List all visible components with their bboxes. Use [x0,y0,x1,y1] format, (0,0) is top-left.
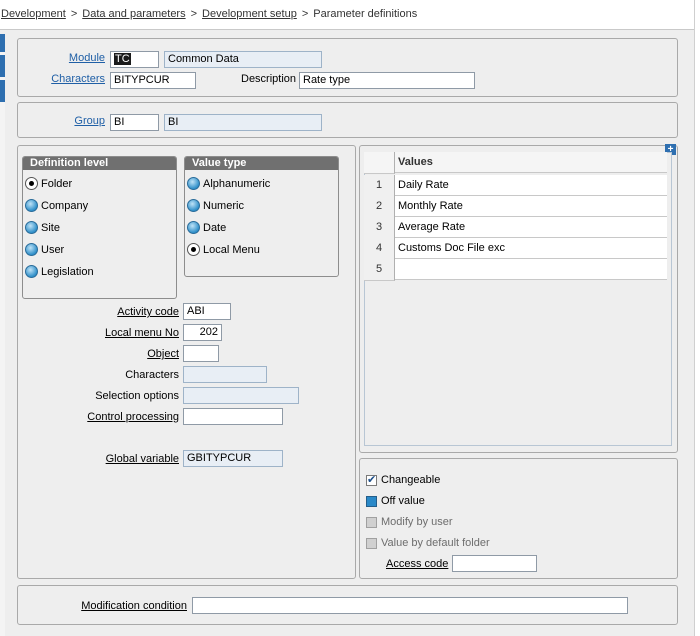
selection-options-label: Selection options [95,390,179,402]
row-number-header [364,152,395,174]
breadcrumb-separator: > [70,8,78,20]
value-by-default-folder-checkbox [366,538,377,549]
right-edge [694,0,700,636]
row-number: 3 [364,217,395,239]
definition-level-title: Definition level [23,157,176,170]
global-variable-label[interactable]: Global variable [106,453,179,465]
characters-field[interactable]: BITYPCUR [110,72,196,89]
access-code-label[interactable]: Access code [386,558,448,570]
breadcrumb-bar: Development > Data and parameters > Developm… [0,0,700,30]
radio-date[interactable] [187,221,200,234]
module-code-field[interactable]: TC [110,51,159,68]
table-cell-value[interactable]: Customs Doc File exc [395,238,667,259]
radio-company[interactable] [25,199,38,212]
selection-options-field [183,387,299,404]
options-panel: Changeable Off value Modify by user Valu… [359,458,678,579]
row-number: 4 [364,238,395,260]
radio-site[interactable] [25,221,38,234]
footer-panel: Modification condition [17,585,678,625]
row-number: 2 [364,196,395,218]
changeable-label: Changeable [381,474,441,486]
nav-marker[interactable] [0,55,5,77]
group-code-field[interactable]: BI [110,114,159,131]
off-value-label: Off value [381,495,425,507]
characters-label-link[interactable]: Characters [51,73,105,85]
group-label-link[interactable]: Group [74,115,105,127]
characters-readonly-field [183,366,267,383]
option-company: Company [41,200,89,212]
value-by-default-folder-label: Value by default folder [381,537,490,549]
table-cell-value[interactable]: Daily Rate [395,175,667,196]
radio-user[interactable] [25,243,38,256]
radio-numeric[interactable] [187,199,200,212]
breadcrumb-development-setup[interactable]: Development setup [202,8,297,20]
row-number: 1 [364,175,395,197]
table-cell-value[interactable]: Average Rate [395,217,667,238]
radio-alphanumeric[interactable] [187,177,200,190]
modify-by-user-label: Modify by user [381,516,453,528]
value-type-group: Value type Alphanumeric Numeric Date Loc… [184,156,339,277]
module-name-field: Common Data [164,51,322,68]
breadcrumb: Development > Data and parameters > Developm… [1,8,417,20]
object-label[interactable]: Object [147,348,179,360]
option-local-menu: Local Menu [203,244,260,256]
value-type-title: Value type [185,157,338,170]
option-folder: Folder [41,178,73,190]
radio-folder[interactable] [25,177,38,190]
breadcrumb-data-and-parameters[interactable]: Data and parameters [82,8,185,20]
breadcrumb-separator: > [190,8,198,20]
control-processing-label[interactable]: Control processing [87,411,179,423]
definition-level-group: Definition level Folder Company Site Use… [22,156,177,299]
option-alphanumeric: Alphanumeric [203,178,271,190]
group-panel: Group BI BI [17,102,678,138]
object-field[interactable] [183,345,219,362]
nav-marker[interactable] [0,80,5,102]
activity-code-field[interactable]: ABI [183,303,231,320]
off-value-checkbox[interactable] [366,496,377,507]
option-date: Date [203,222,227,234]
characters-label: Characters [125,369,179,381]
radio-legislation[interactable] [25,265,38,278]
local-menu-field[interactable]: 202 [183,324,222,341]
changeable-checkbox[interactable] [366,473,377,486]
modification-condition-label[interactable]: Modification condition [81,600,187,612]
row-number: 5 [364,259,395,281]
table-cell-value[interactable] [395,259,667,280]
table-cell-value[interactable]: Monthly Rate [395,196,667,217]
settings-panel: Definition level Folder Company Site Use… [17,145,356,579]
control-processing-field[interactable] [183,408,283,425]
nav-marker[interactable] [0,34,5,52]
breadcrumb-current: Parameter definitions [313,8,418,20]
modification-condition-field[interactable] [192,597,628,614]
left-navigation-strip [0,34,5,636]
option-legislation: Legislation [41,266,94,278]
module-label-link[interactable]: Module [69,52,105,64]
option-numeric: Numeric [203,200,244,212]
option-user: User [41,244,65,256]
description-label: Description [241,73,297,85]
local-menu-label[interactable]: Local menu No [105,327,179,339]
breadcrumb-development[interactable]: Development [1,8,66,20]
values-column-header[interactable]: Values [395,152,667,173]
modify-by-user-checkbox [366,517,377,528]
breadcrumb-separator: > [301,8,309,20]
global-variable-field: GBITYPCUR [183,450,283,467]
header-panel: Module TC Common Data Characters BITYPCU… [17,38,678,97]
option-site: Site [41,222,60,234]
group-name-field: BI [164,114,322,131]
description-field[interactable]: Rate type [299,72,475,89]
module-code-text: TC [114,53,131,65]
activity-code-label[interactable]: Activity code [117,306,179,318]
radio-local-menu[interactable] [187,243,200,256]
access-code-field[interactable] [452,555,537,572]
